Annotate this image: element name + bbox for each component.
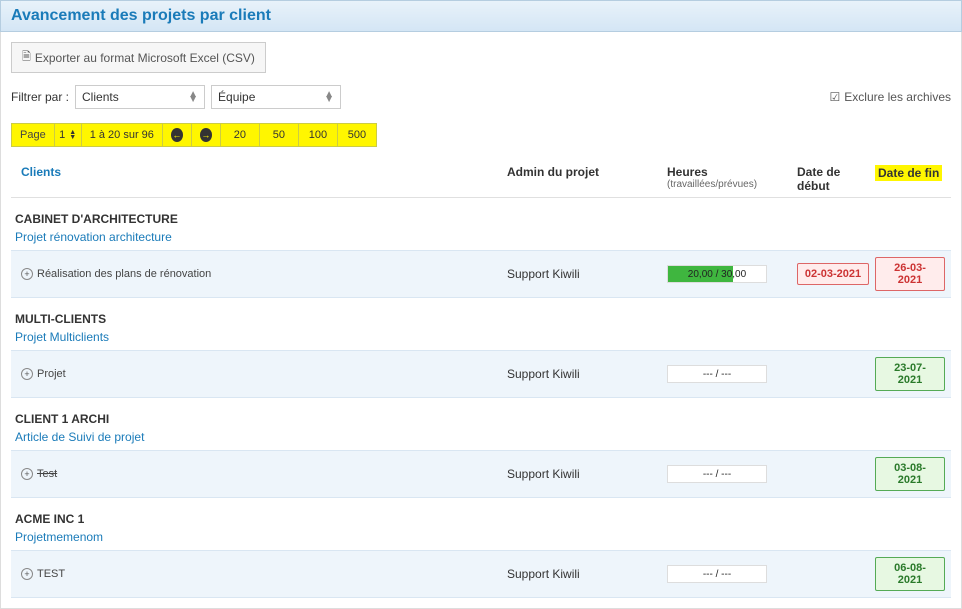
page-size-500[interactable]: 500 <box>337 123 377 147</box>
client-group-header: MULTI-CLIENTS <box>11 298 951 328</box>
pager-page-value: 1 <box>59 129 65 141</box>
page-title: Avancement des projets par client <box>0 0 962 32</box>
project-link[interactable]: Projetmemenom <box>11 528 107 550</box>
project-link[interactable]: Projet rénovation architecture <box>11 228 176 250</box>
page-size-100[interactable]: 100 <box>298 123 338 147</box>
project-link[interactable]: Article de Suivi de projet <box>11 428 148 450</box>
project-link[interactable]: Projet Multiclients <box>11 328 113 350</box>
col-end: Date de fin <box>875 165 945 181</box>
expand-icon[interactable]: + <box>21 368 33 380</box>
exclude-archives-label: Exclure les archives <box>844 90 951 104</box>
export-label: Exporter au format Microsoft Excel (CSV) <box>35 51 255 65</box>
expand-icon[interactable]: + <box>21 568 33 580</box>
admin-name: Support Kiwili <box>507 567 667 581</box>
clients-select-value: Clients <box>82 90 119 104</box>
col-start: Date de début <box>797 165 875 193</box>
projects-table: Clients Admin du projet Heures (travaill… <box>11 157 951 598</box>
filter-label: Filtrer par : <box>11 90 69 104</box>
col-clients[interactable]: Clients <box>17 165 507 179</box>
expand-icon[interactable]: + <box>21 468 33 480</box>
admin-name: Support Kiwili <box>507 267 667 281</box>
col-end-label: Date de fin <box>875 165 942 181</box>
clients-select[interactable]: Clients ▲▼ <box>75 85 205 109</box>
check-icon: ☑ <box>830 90 841 104</box>
hours-progress: --- / --- <box>667 565 767 583</box>
client-group-header: CLIENT 1 ARCHI <box>11 398 951 428</box>
task-name: Réalisation des plans de rénovation <box>37 268 211 280</box>
equipe-select-value: Équipe <box>218 90 255 104</box>
page-size-20[interactable]: 20 <box>220 123 260 147</box>
task-row: + Test Support Kiwili--- / --- 03-08-2021 <box>11 450 951 498</box>
task-name: TEST <box>37 568 65 580</box>
col-hours-label: Heures <box>667 165 708 179</box>
equipe-select[interactable]: Équipe ▲▼ <box>211 85 341 109</box>
spinner-icon[interactable]: ▲▼ <box>69 130 76 140</box>
expand-icon[interactable]: + <box>21 268 33 280</box>
task-name: Test <box>37 468 57 480</box>
pager: Page 1 ▲▼ 1 à 20 sur 96 ← → 20 50 100 50… <box>11 123 951 147</box>
col-admin: Admin du projet <box>507 165 667 179</box>
hours-progress: --- / --- <box>667 365 767 383</box>
end-date-badge: 06-08-2021 <box>875 557 945 591</box>
pager-prev-button[interactable]: ← <box>162 123 192 147</box>
pager-page-label: Page <box>11 123 55 147</box>
pager-page-input[interactable]: 1 ▲▼ <box>54 123 82 147</box>
hours-progress: 20,00 / 30,00 <box>667 265 767 283</box>
export-excel-button[interactable]: 🗎 Exporter au format Microsoft Excel (CS… <box>11 42 266 73</box>
arrow-left-icon: ← <box>171 128 183 142</box>
admin-name: Support Kiwili <box>507 467 667 481</box>
client-group-header: ACME INC 1 <box>11 498 951 528</box>
chevron-updown-icon: ▲▼ <box>188 92 198 102</box>
task-row: + Réalisation des plans de rénovation Supp… <box>11 250 951 298</box>
page-size-50[interactable]: 50 <box>259 123 299 147</box>
admin-name: Support Kiwili <box>507 367 667 381</box>
end-date-badge: 26-03-2021 <box>875 257 945 291</box>
export-icon: 🗎 <box>22 48 31 67</box>
start-date-badge: 02-03-2021 <box>797 263 869 285</box>
client-group-header: CABINET D'ARCHITECTURE <box>11 198 951 228</box>
filter-row: Filtrer par : Clients ▲▼ Équipe ▲▼ ☑ Exc… <box>11 85 951 109</box>
task-row: + Projet Support Kiwili--- / --- 23-07-2021 <box>11 350 951 398</box>
end-date-badge: 23-07-2021 <box>875 357 945 391</box>
hours-progress: --- / --- <box>667 465 767 483</box>
table-header: Clients Admin du projet Heures (travaill… <box>11 157 951 198</box>
arrow-right-icon: → <box>200 128 212 142</box>
content-area: 🗎 Exporter au format Microsoft Excel (CS… <box>0 32 962 609</box>
col-hours: Heures (travaillées/prévues) <box>667 165 797 190</box>
exclude-archives-toggle[interactable]: ☑ Exclure les archives <box>830 90 951 104</box>
col-hours-sub: (travaillées/prévues) <box>667 179 797 190</box>
pager-next-button[interactable]: → <box>191 123 221 147</box>
chevron-updown-icon: ▲▼ <box>324 92 334 102</box>
task-name: Projet <box>37 368 66 380</box>
task-row: + TEST Support Kiwili--- / --- 06-08-2021 <box>11 550 951 598</box>
pager-range: 1 à 20 sur 96 <box>81 123 163 147</box>
end-date-badge: 03-08-2021 <box>875 457 945 491</box>
